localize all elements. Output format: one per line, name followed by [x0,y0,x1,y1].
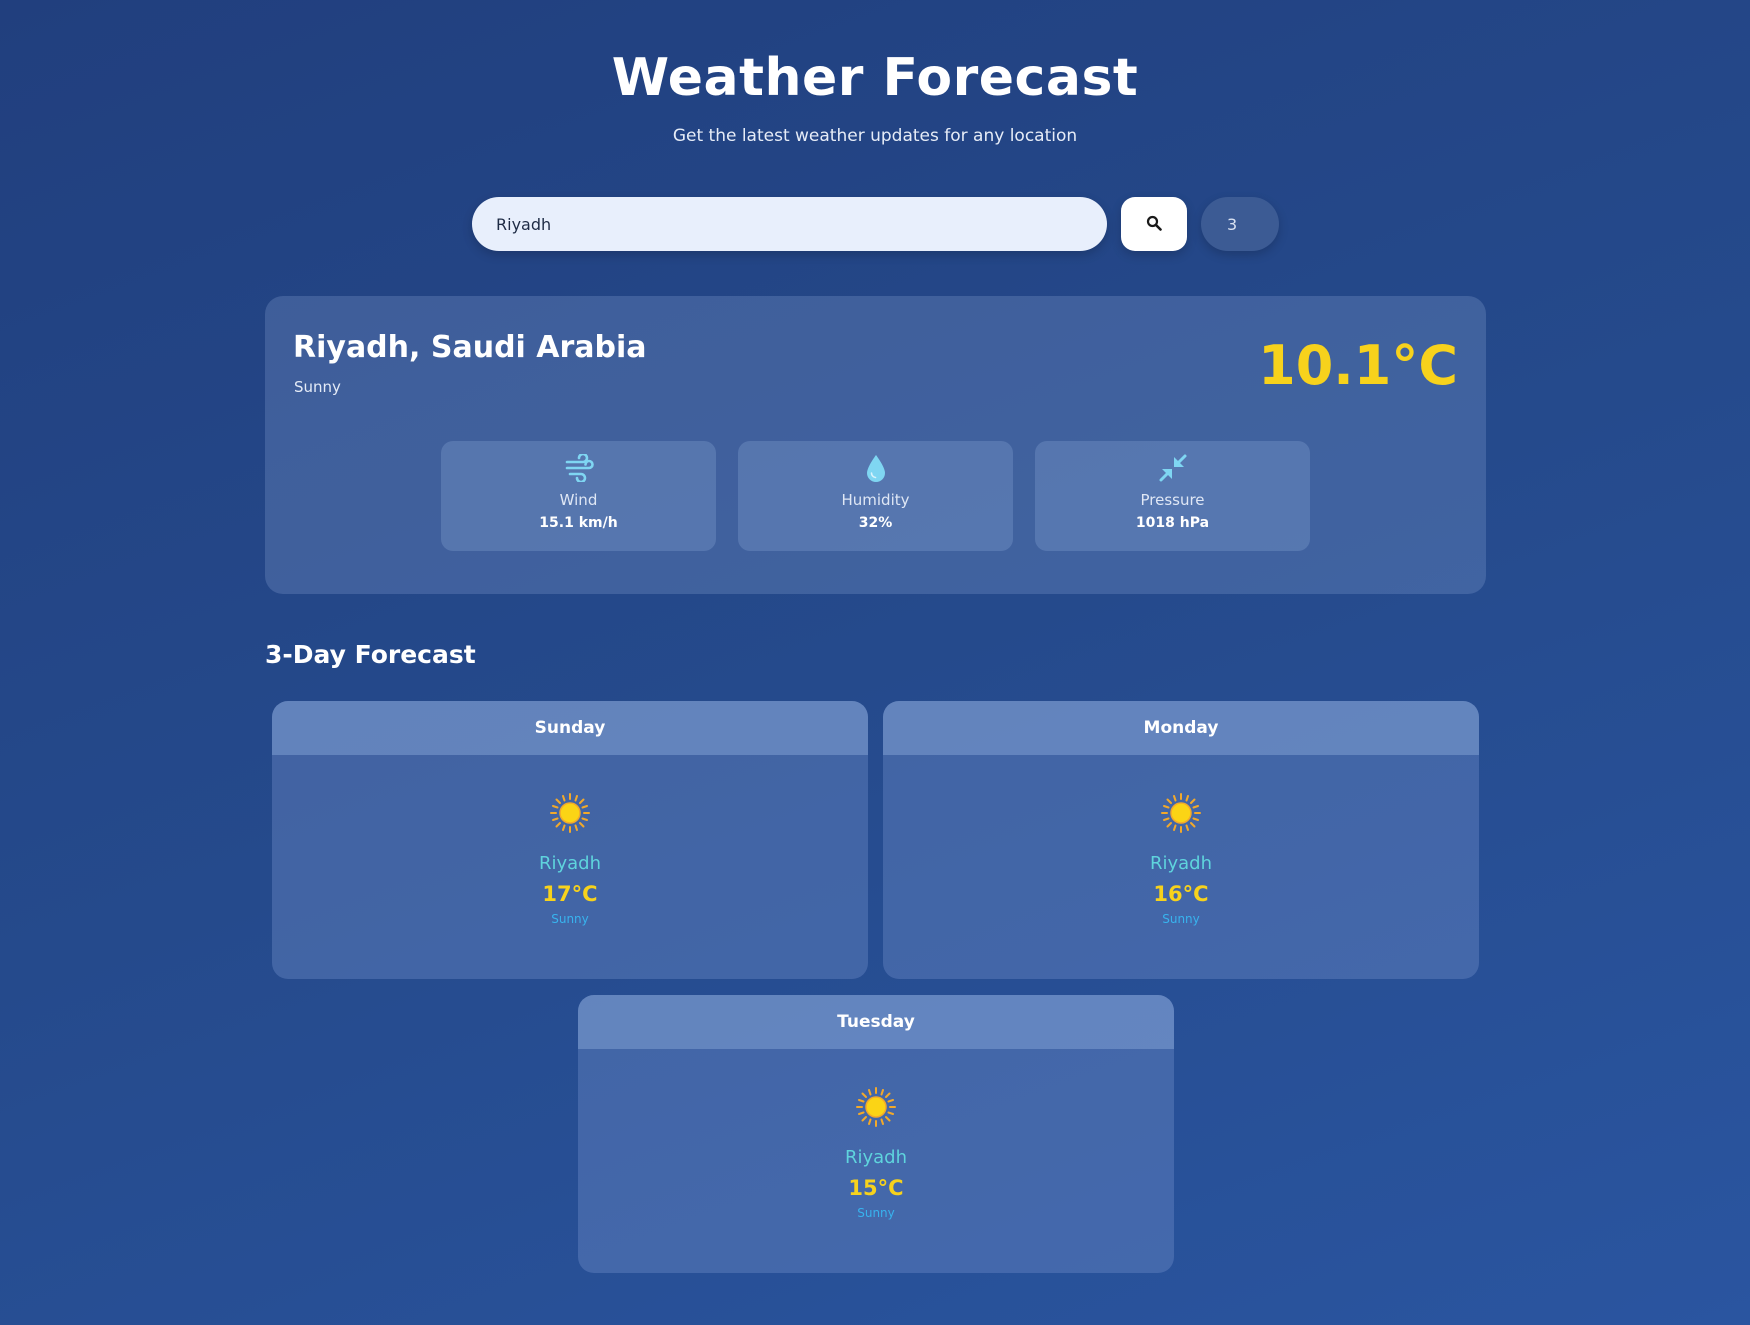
stat-pressure: Pressure 1018 hPa [1035,441,1310,551]
stat-label: Humidity [841,491,910,509]
stat-value: 1018 hPa [1135,515,1210,531]
forecast-day: Monday [883,701,1479,755]
stat-wind: Wind 15.1 km/h [441,441,716,551]
forecast-card-monday: Monday Riyadh 16°C Sunny [883,701,1479,979]
forecast-city: Riyadh [844,1147,908,1168]
current-condition: Sunny [294,378,341,396]
search-button[interactable] [1121,197,1187,251]
stat-humidity: Humidity 32% [738,441,1013,551]
forecast-temp: 17°C [542,882,598,906]
forecast-day: Sunday [272,701,868,755]
forecast-condition: Sunny [551,912,589,926]
compress-icon [1158,451,1188,485]
forecast-card-tuesday: Tuesday Riyadh 15°C Sunny [578,995,1174,1273]
stat-value: 32% [858,515,893,531]
forecast-card-sunday: Sunday Riyadh 17°C Sunny [272,701,868,979]
current-weather-card: Riyadh, Saudi Arabia Sunny 10.1°C Wind 1… [265,296,1486,594]
search-icon [1146,215,1162,234]
current-temperature: 10.1°C [1258,334,1458,397]
forecast-day: Tuesday [578,995,1174,1049]
search-bar: 3 [472,197,1279,251]
current-city: Riyadh, Saudi Arabia [293,330,647,365]
stat-label: Pressure [1140,491,1205,509]
forecast-section-title: 3-Day Forecast [265,640,476,669]
forecast-temp: 15°C [848,1176,904,1200]
page-header: Weather Forecast Get the latest weather … [0,0,1750,146]
sun-icon [1160,791,1202,835]
forecast-days-select[interactable]: 3 [1201,197,1279,251]
wind-icon [564,451,594,485]
stat-label: Wind [559,491,598,509]
search-input[interactable] [472,197,1107,251]
forecast-condition: Sunny [857,1206,895,1220]
page-title: Weather Forecast [611,48,1139,108]
forecast-city: Riyadh [1149,853,1213,874]
forecast-city: Riyadh [538,853,602,874]
weather-stats: Wind 15.1 km/h Humidity 32% Pressure 101… [441,441,1310,551]
forecast-condition: Sunny [1162,912,1200,926]
droplet-icon [865,451,887,485]
page-subtitle: Get the latest weather updates for any l… [672,126,1078,146]
sun-icon [549,791,591,835]
forecast-temp: 16°C [1153,882,1209,906]
stat-value: 15.1 km/h [539,515,618,531]
sun-icon [855,1085,897,1129]
